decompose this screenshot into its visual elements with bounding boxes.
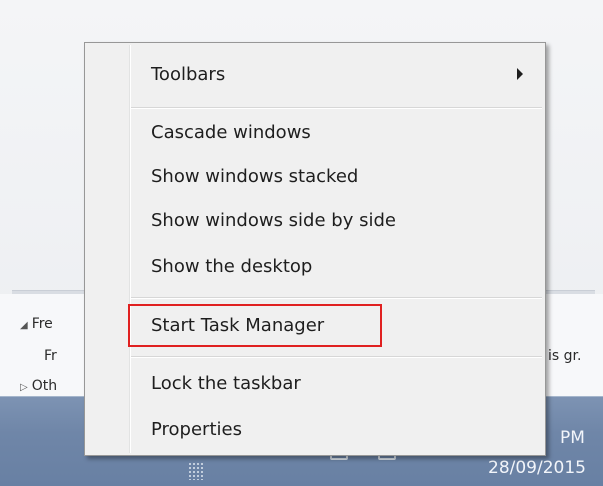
- desktop: ◢ Fre Fr ▷ Oth is gr. PM 28/09/2015 Toolba…: [0, 0, 603, 486]
- group-header-2-label: Oth: [31, 378, 58, 394]
- menu-item-label: Show the desktop: [151, 256, 313, 277]
- clock-time[interactable]: PM: [560, 428, 585, 448]
- menu-item-label: Properties: [151, 419, 242, 440]
- menu-item-properties[interactable]: Properties: [151, 418, 242, 442]
- clock-time-label: PM: [560, 428, 585, 448]
- menu-item-label: Show windows side by side: [151, 210, 396, 231]
- menu-item-show-windows-stacked[interactable]: Show windows stacked: [151, 165, 358, 189]
- group-item-1: Fr: [44, 348, 57, 364]
- group-item-1-label: Fr: [44, 348, 57, 364]
- clock-date-label: 28/09/2015: [488, 458, 586, 478]
- taskbar-context-menu: Toolbars Cascade windows Show windows st…: [84, 42, 546, 456]
- submenu-arrow-icon: [517, 68, 523, 80]
- expand-triangle-icon: ▷: [20, 382, 28, 393]
- background-right-text: is gr.: [548, 348, 581, 364]
- menu-item-cascade-windows[interactable]: Cascade windows: [151, 121, 311, 145]
- menu-separator: [131, 107, 542, 109]
- background-right-text-label: is gr.: [548, 348, 582, 364]
- menu-item-label: Show windows stacked: [151, 166, 359, 187]
- menu-item-show-the-desktop[interactable]: Show the desktop: [151, 255, 312, 279]
- highlight-annotation: [128, 304, 382, 347]
- menu-item-toolbars[interactable]: Toolbars: [151, 63, 225, 87]
- clock-date[interactable]: 28/09/2015: [488, 458, 586, 478]
- group-header-1-label: Fre: [31, 316, 53, 332]
- menu-item-label: Toolbars: [151, 64, 226, 85]
- menu-item-show-windows-side-by-side[interactable]: Show windows side by side: [151, 209, 396, 233]
- menu-item-label: Cascade windows: [151, 122, 311, 143]
- taskbar-grip-icon[interactable]: [188, 462, 204, 480]
- group-header-1[interactable]: ◢ Fre: [20, 316, 53, 332]
- menu-separator: [131, 297, 542, 299]
- collapse-triangle-icon: ◢: [20, 320, 28, 331]
- menu-separator: [131, 356, 542, 358]
- menu-item-lock-the-taskbar[interactable]: Lock the taskbar: [151, 372, 301, 396]
- menu-item-label: Lock the taskbar: [151, 373, 301, 394]
- group-header-2[interactable]: ▷ Oth: [20, 378, 57, 394]
